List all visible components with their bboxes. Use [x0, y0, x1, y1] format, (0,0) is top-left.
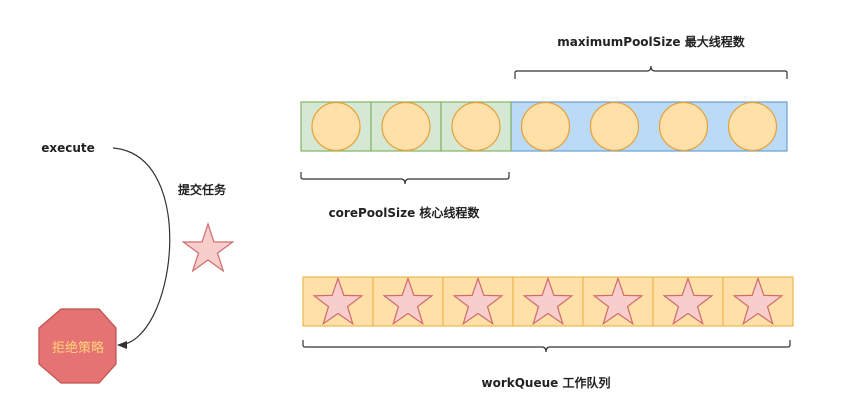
thread-pool-row — [300, 101, 788, 152]
work-queue-label: workQueue 工作队列 — [482, 375, 611, 390]
submitted-task-star-icon — [181, 222, 235, 273]
execute-arrow — [112, 147, 171, 349]
thread-pool-diagram: maximumPoolSize 最大线程数 corePoolSize 核心线程数… — [38, 34, 794, 390]
core-pool-brace — [300, 172, 510, 185]
thread-circle-icon — [381, 101, 431, 152]
thread-circle-icon — [589, 101, 640, 152]
reject-policy-label: 拒绝策略 — [52, 340, 104, 356]
maximum-pool-brace — [514, 65, 788, 79]
core-pool-size-label: corePoolSize 核心线程数 — [329, 205, 481, 220]
thread-circle-icon — [311, 101, 361, 152]
thread-circle-icon — [520, 101, 571, 152]
thread-circle-icon — [451, 101, 501, 152]
submit-task-label: 提交任务 — [178, 182, 227, 197]
work-queue-brace — [302, 340, 791, 353]
thread-circle-icon — [658, 101, 709, 152]
reject-policy-node: 拒绝策略 — [38, 308, 117, 384]
work-queue-row — [302, 276, 794, 327]
execute-label: execute — [41, 141, 95, 155]
thread-circle-icon — [727, 101, 778, 152]
maximum-pool-size-label: maximumPoolSize 最大线程数 — [557, 34, 745, 49]
star-icon — [181, 222, 235, 273]
